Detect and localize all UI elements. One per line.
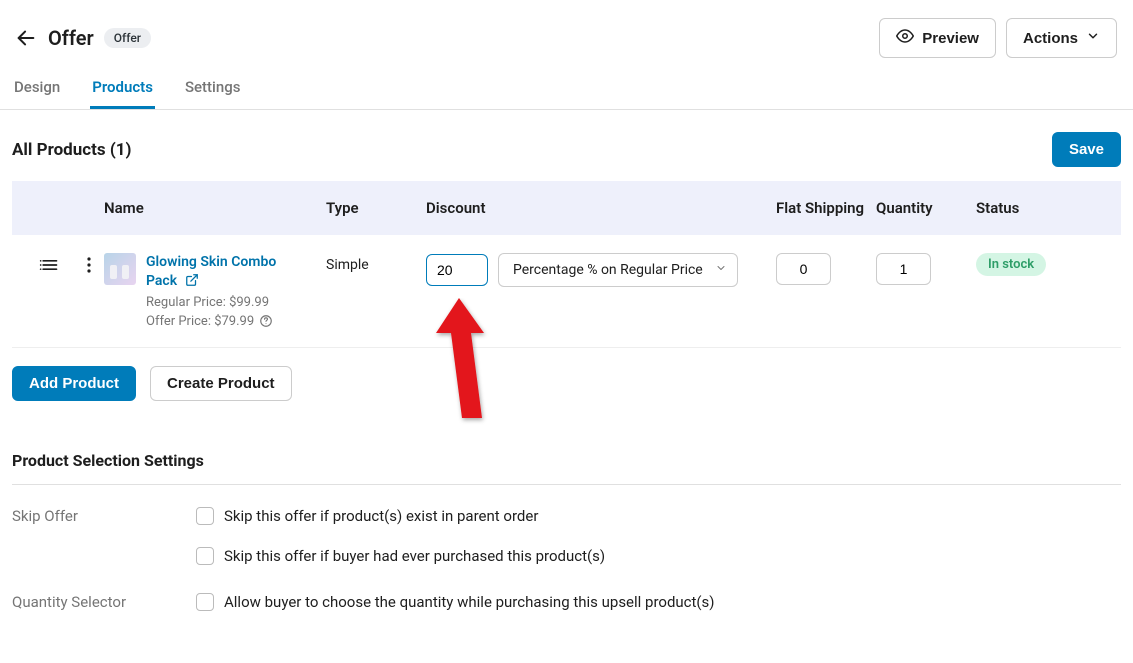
col-name: Name bbox=[104, 199, 326, 217]
offer-type-pill: Offer bbox=[104, 28, 151, 48]
col-quantity: Quantity bbox=[876, 199, 976, 217]
quantity-selector-label: Quantity Selector bbox=[12, 593, 196, 611]
all-products-heading: All Products (1) bbox=[12, 140, 132, 160]
regular-price: Regular Price: $99.99 bbox=[146, 295, 301, 310]
discount-type-label: Percentage % on Regular Price bbox=[513, 262, 703, 278]
drag-handle-icon[interactable] bbox=[24, 253, 74, 277]
actions-label: Actions bbox=[1023, 30, 1078, 47]
page-title: Offer bbox=[48, 26, 94, 50]
col-shipping: Flat Shipping bbox=[776, 199, 876, 217]
save-button[interactable]: Save bbox=[1052, 132, 1121, 167]
eye-icon bbox=[896, 27, 914, 49]
discount-value-input[interactable] bbox=[426, 254, 488, 286]
skip-if-purchased-label: Skip this offer if buyer had ever purcha… bbox=[224, 547, 605, 565]
col-type: Type bbox=[326, 199, 426, 217]
quantity-input[interactable] bbox=[876, 253, 931, 285]
preview-button[interactable]: Preview bbox=[879, 18, 996, 58]
product-selection-settings-heading: Product Selection Settings bbox=[12, 451, 1121, 485]
flat-shipping-input[interactable] bbox=[776, 253, 831, 285]
add-product-button[interactable]: Add Product bbox=[12, 366, 136, 401]
skip-offer-label: Skip Offer bbox=[12, 507, 196, 525]
product-type: Simple bbox=[326, 253, 426, 273]
back-button[interactable] bbox=[14, 26, 38, 50]
product-thumbnail bbox=[104, 253, 136, 285]
allow-quantity-label: Allow buyer to choose the quantity while… bbox=[224, 593, 715, 611]
tab-settings[interactable]: Settings bbox=[183, 68, 243, 109]
actions-button[interactable]: Actions bbox=[1006, 18, 1117, 58]
table-row: Glowing Skin Combo Pack Regular Price: $… bbox=[12, 235, 1121, 348]
allow-quantity-checkbox[interactable] bbox=[196, 593, 214, 611]
status-badge: In stock bbox=[976, 253, 1046, 276]
product-name-link[interactable]: Glowing Skin Combo Pack bbox=[146, 254, 276, 289]
row-menu-icon[interactable] bbox=[74, 253, 104, 277]
tab-products[interactable]: Products bbox=[90, 68, 155, 109]
external-link-icon[interactable] bbox=[185, 273, 199, 291]
offer-price: Offer Price: $79.99 bbox=[146, 314, 254, 329]
discount-type-select[interactable]: Percentage % on Regular Price bbox=[498, 253, 738, 287]
skip-if-exist-label: Skip this offer if product(s) exist in p… bbox=[224, 507, 538, 525]
tab-design[interactable]: Design bbox=[12, 68, 62, 109]
skip-if-purchased-checkbox[interactable] bbox=[196, 547, 214, 565]
chevron-down-icon bbox=[1086, 29, 1100, 47]
table-header: Name Type Discount Flat Shipping Quantit… bbox=[12, 181, 1121, 235]
info-icon[interactable] bbox=[259, 314, 273, 328]
chevron-down-icon bbox=[715, 262, 727, 278]
create-product-button[interactable]: Create Product bbox=[150, 366, 292, 401]
col-discount: Discount bbox=[426, 199, 776, 217]
preview-label: Preview bbox=[922, 30, 979, 47]
skip-if-exist-checkbox[interactable] bbox=[196, 507, 214, 525]
col-status: Status bbox=[976, 199, 1109, 217]
